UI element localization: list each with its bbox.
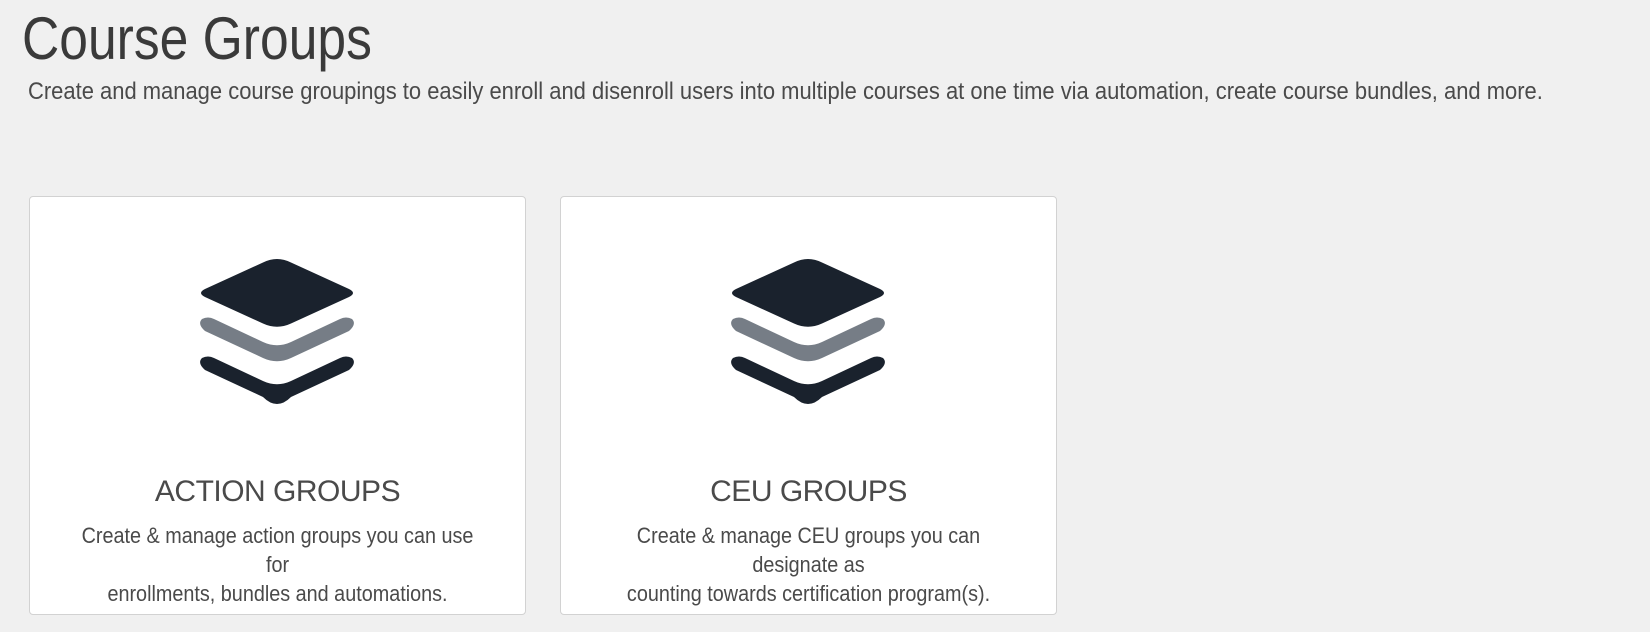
card-title: ACTION GROUPS bbox=[154, 475, 401, 508]
page-title: Course Groups bbox=[22, 5, 372, 72]
ceu-groups-card[interactable]: CEU GROUPS Create & manage CEU groups yo… bbox=[560, 196, 1057, 615]
card-title: CEU GROUPS bbox=[710, 475, 907, 508]
layers-icon bbox=[200, 259, 354, 404]
layers-icon bbox=[731, 259, 885, 404]
card-description: Create & manage CEU groups you can desig… bbox=[604, 521, 1014, 608]
card-description-line: enrollments, bundles and automations. bbox=[107, 581, 448, 606]
card-description: Create & manage action groups you can us… bbox=[73, 521, 483, 608]
card-description-line: Create & manage action groups you can us… bbox=[81, 523, 474, 577]
card-description-line: Create & manage CEU groups you can desig… bbox=[636, 523, 981, 577]
card-description-line: counting towards certification program(s… bbox=[626, 581, 991, 606]
action-groups-card[interactable]: ACTION GROUPS Create & manage action gro… bbox=[29, 196, 526, 615]
page-subtitle: Create and manage course groupings to ea… bbox=[28, 78, 1543, 105]
